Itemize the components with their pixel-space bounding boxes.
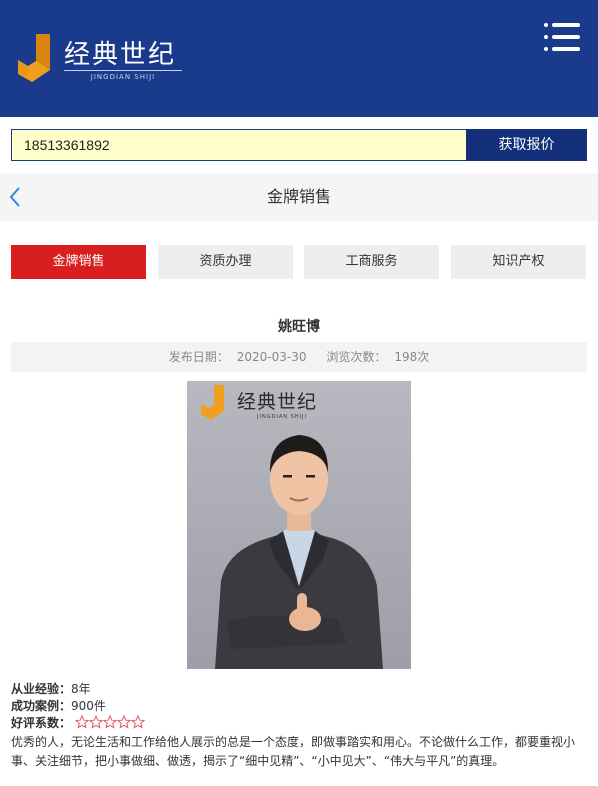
hamburger-menu-icon <box>544 23 580 51</box>
chevron-left-icon <box>9 187 20 207</box>
quote-bar: 18513361892 获取报价 <box>0 117 598 173</box>
article-title: 姚旺博 <box>278 319 320 335</box>
tab-business-services[interactable]: 工商服务 <box>304 245 439 279</box>
cases-value: 900件 <box>71 699 106 713</box>
view-count: 浏览次数： 198次 <box>322 350 433 364</box>
view-count-label: 浏览次数： <box>326 350 387 364</box>
logo-mark-icon <box>18 34 50 82</box>
experience-label: 从业经验： <box>11 682 72 696</box>
back-button[interactable] <box>6 185 28 209</box>
publish-date-value: 2020-03-30 <box>236 350 307 364</box>
site-header: 经典世纪 JINGDIAN SHIJI <box>0 0 598 117</box>
profile-photo: 经典世纪 JINGDIAN SHIJI <box>187 381 411 669</box>
rating-stars <box>74 715 146 729</box>
page-title: 金牌销售 <box>266 187 331 206</box>
menu-button[interactable] <box>538 20 586 60</box>
salesperson-description: 优秀的人，无论生活和工作给他人展示的总是一个态度，即做事踏实和用心。不论做什么工… <box>11 735 576 768</box>
cases-label: 成功案例： <box>11 699 72 713</box>
rating-row: 好评系数： <box>11 715 589 732</box>
salesperson-details: 从业经验：8年 成功案例：900件 好评系数： 优秀的人，无论生活和工作给他人展… <box>11 681 589 771</box>
tab-intellectual-property[interactable]: 知识产权 <box>451 245 586 279</box>
star-icon <box>88 715 104 729</box>
salesperson-portrait <box>187 381 411 669</box>
rating-label: 好评系数： <box>11 716 72 730</box>
logo-text: 经典世纪 <box>64 40 177 70</box>
cases-row: 成功案例：900件 <box>11 698 589 715</box>
tab-gold-sales[interactable]: 金牌销售 <box>11 245 146 279</box>
page-title-bar: 金牌销售 <box>0 173 598 221</box>
publish-date-label: 发布日期： <box>168 350 229 364</box>
star-icon <box>130 715 146 729</box>
category-tabs: 金牌销售 资质办理 工商服务 知识产权 <box>11 245 587 279</box>
star-icon <box>102 715 118 729</box>
logo-subtext: JINGDIAN SHIJI <box>64 70 182 81</box>
view-count-value: 198次 <box>394 350 430 364</box>
article-meta: 发布日期： 2020-03-30 浏览次数： 198次 <box>11 342 587 372</box>
experience-row: 从业经验：8年 <box>11 681 589 698</box>
star-icon <box>74 715 90 729</box>
phone-input[interactable]: 18513361892 <box>11 129 467 161</box>
star-icon <box>116 715 132 729</box>
photo-logo-subtext: JINGDIAN SHIJI <box>257 414 307 420</box>
tab-qualification[interactable]: 资质办理 <box>158 245 293 279</box>
get-quote-button[interactable]: 获取报价 <box>466 129 587 161</box>
publish-date: 发布日期： 2020-03-30 <box>165 350 311 364</box>
site-logo[interactable]: 经典世纪 JINGDIAN SHIJI <box>14 30 184 86</box>
experience-value: 8年 <box>71 682 91 696</box>
photo-logo-text: 经典世纪 <box>237 391 318 413</box>
